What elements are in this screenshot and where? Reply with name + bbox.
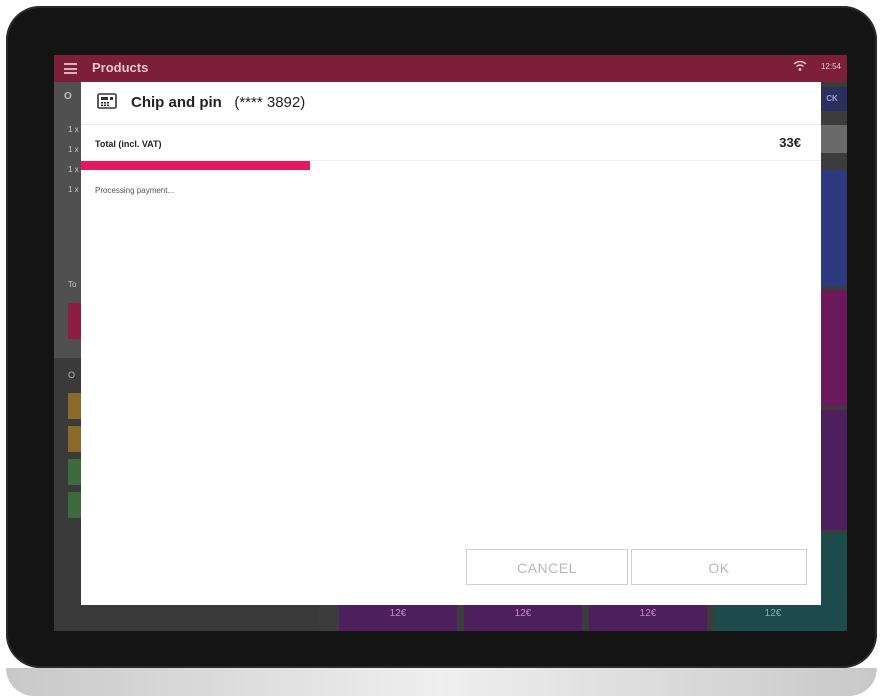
order-row[interactable]: 1 x <box>68 185 79 194</box>
clock: 12:54 <box>820 62 841 71</box>
screen: Products 12:54 O 1 x 1 x 1 x 1 x To O CK <box>54 55 847 631</box>
product-tile[interactable]: 12€ <box>589 605 707 631</box>
search-button[interactable] <box>821 125 847 153</box>
wifi-icon <box>793 60 807 74</box>
dialog-title-card: (**** 3892) <box>234 94 306 111</box>
order-total-label: To <box>68 280 77 289</box>
dialog-header: Chip and pin (**** 3892) <box>81 82 821 125</box>
total-row: Total (incl. VAT) 33€ <box>81 124 821 161</box>
order-row[interactable]: 1 x <box>68 145 79 154</box>
dialog-title-method: Chip and pin <box>131 94 222 111</box>
options-header: O <box>68 370 76 380</box>
product-tile[interactable]: 12€ <box>464 605 582 631</box>
menu-icon[interactable] <box>64 63 77 74</box>
dialog-title: Chip and pin (**** 3892) <box>131 94 305 111</box>
tablet-frame: Products 12:54 O 1 x 1 x 1 x 1 x To O CK <box>6 6 877 668</box>
payment-dialog: Chip and pin (**** 3892) Total (incl. VA… <box>81 82 821 605</box>
cancel-button[interactable]: CANCEL <box>466 549 628 585</box>
product-tile[interactable] <box>821 170 847 286</box>
card-reader-icon <box>97 93 117 109</box>
product-tile[interactable] <box>821 410 847 530</box>
progress-bar <box>81 161 821 170</box>
ok-button[interactable]: OK <box>631 549 807 585</box>
tile-price: 12€ <box>514 608 532 619</box>
total-label: Total (incl. VAT) <box>95 139 162 149</box>
product-tile[interactable]: 12€ <box>714 605 832 631</box>
tile-price: 12€ <box>389 608 407 619</box>
order-row[interactable]: 1 x <box>68 165 79 174</box>
order-header: O <box>64 91 72 102</box>
total-value: 33€ <box>779 135 801 150</box>
device-base <box>6 668 877 696</box>
tile-price: 12€ <box>639 608 657 619</box>
tile-price: 12€ <box>764 608 782 619</box>
app-bar: Products 12:54 <box>54 55 847 82</box>
product-tile[interactable] <box>821 290 847 406</box>
product-tile[interactable]: 12€ <box>339 605 457 631</box>
stock-button[interactable]: CK <box>817 87 847 111</box>
order-row[interactable]: 1 x <box>68 125 79 134</box>
status-text: Processing payment... <box>95 186 175 195</box>
app-title: Products <box>92 60 149 75</box>
progress-fill <box>81 161 311 170</box>
